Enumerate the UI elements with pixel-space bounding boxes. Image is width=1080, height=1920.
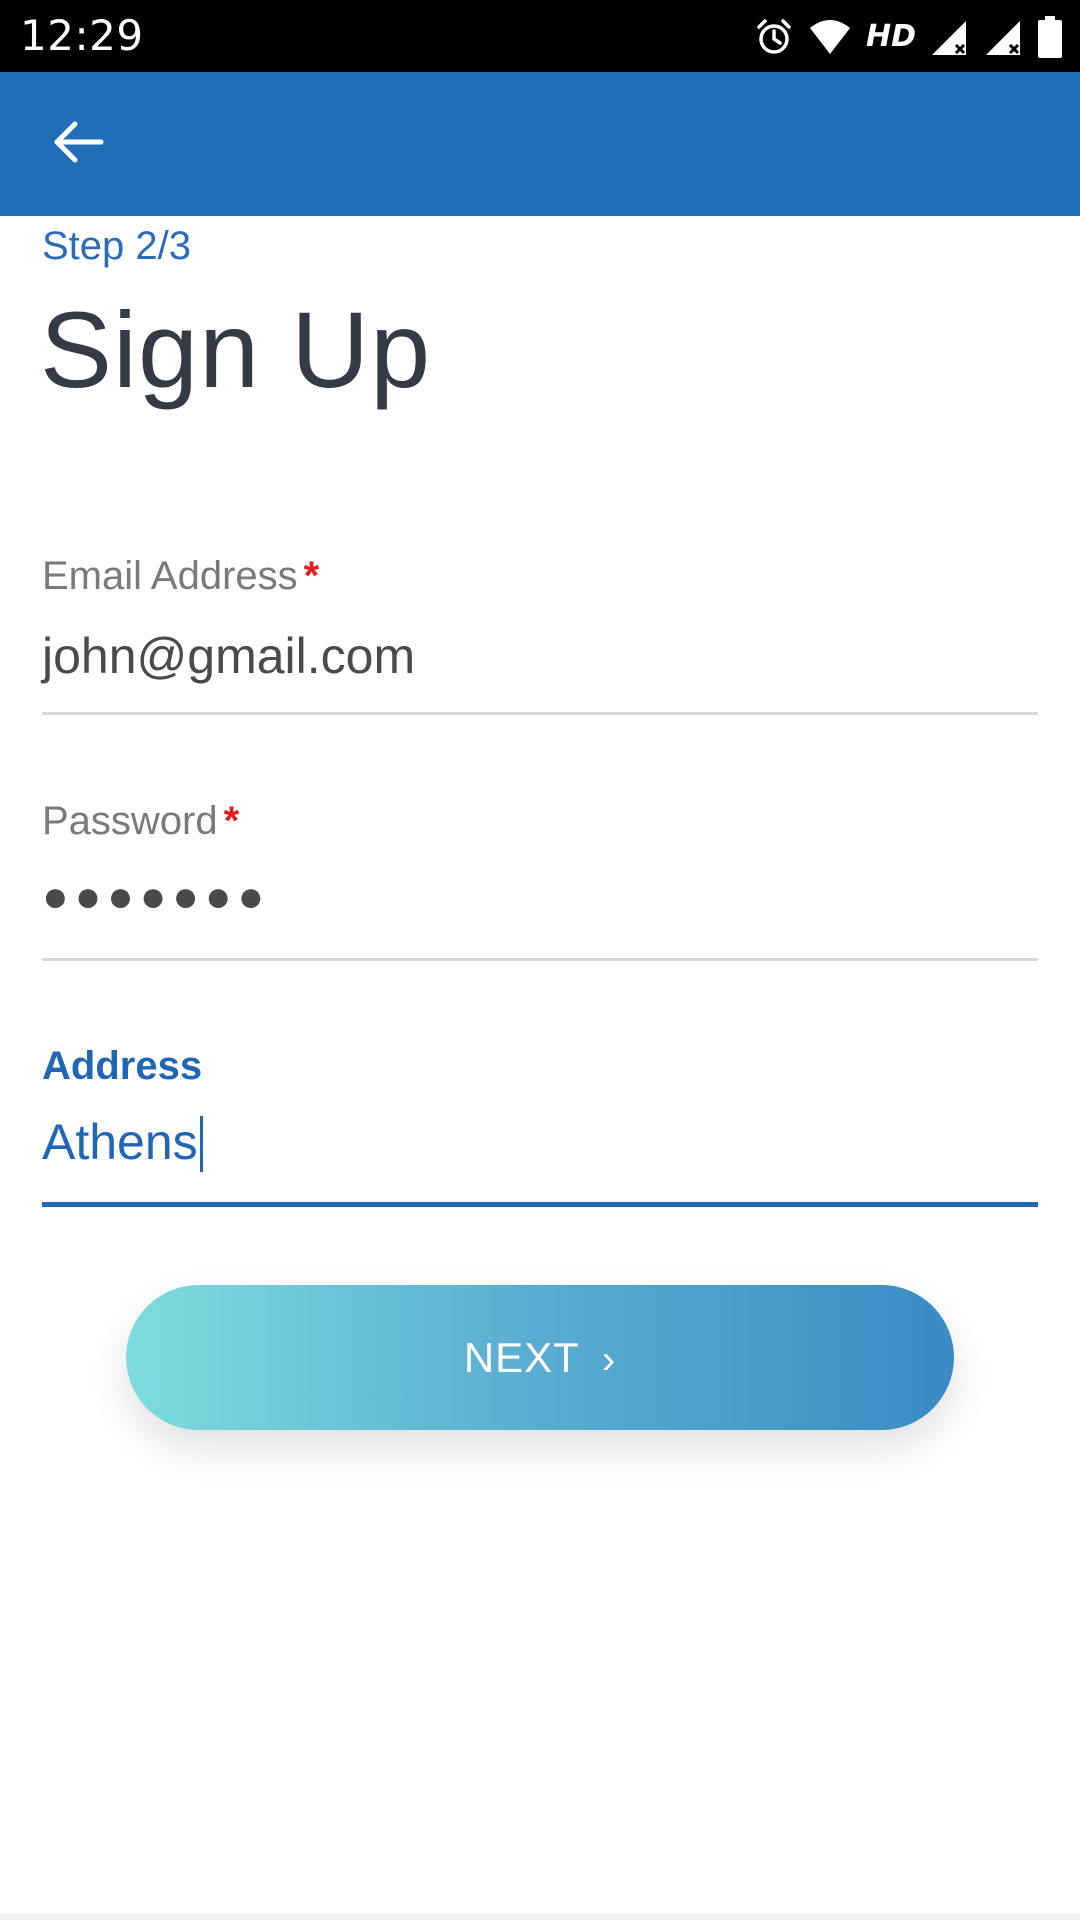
email-label-text: Email Address (42, 554, 298, 598)
battery-icon (1038, 16, 1062, 58)
signal-icon (984, 17, 1024, 57)
back-button[interactable] (36, 108, 120, 180)
address-input-text: Athens (42, 1114, 198, 1170)
alarm-icon (754, 17, 794, 57)
status-icons: HD (754, 14, 1062, 60)
status-time: 12:29 (20, 11, 144, 60)
bottom-divider (0, 1914, 1080, 1920)
email-label: Email Address * (42, 550, 319, 602)
next-button[interactable]: NEXT › (126, 1285, 954, 1430)
arrow-left-icon (51, 118, 105, 171)
next-button-label: NEXT (463, 1333, 580, 1381)
signup-screen: 12:29 HD Step 2/3 Sign Up Email Address … (0, 0, 1080, 1920)
password-label-text: Password (42, 799, 218, 843)
page-title: Sign Up (40, 289, 432, 410)
text-caret (199, 1115, 203, 1172)
password-input[interactable]: ●●●●●●● (42, 865, 1038, 929)
status-bar: 12:29 HD (0, 0, 1080, 72)
required-mark: * (223, 799, 240, 843)
address-underline (42, 1202, 1038, 1207)
password-underline (42, 958, 1038, 961)
app-bar (0, 72, 1080, 216)
email-input[interactable]: john@gmail.com (42, 624, 1038, 688)
hd-icon: HD (865, 19, 916, 54)
signal-icon (930, 17, 970, 57)
step-indicator: Step 2/3 (42, 224, 192, 268)
chevron-right-icon: › (601, 1337, 617, 1382)
wifi-icon (808, 18, 852, 56)
address-label: Address (42, 1044, 203, 1088)
address-input[interactable]: Athens (42, 1110, 1038, 1174)
email-underline (42, 712, 1038, 715)
required-mark: * (303, 554, 320, 598)
password-label: Password * (42, 795, 239, 847)
